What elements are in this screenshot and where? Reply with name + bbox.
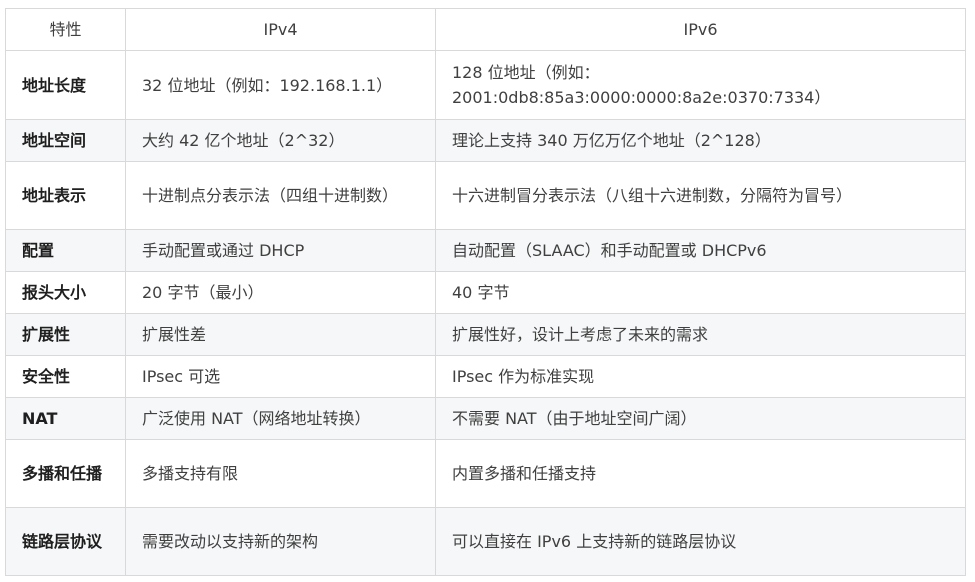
row-ipv6: 内置多播和任播支持 — [435, 439, 966, 508]
row-ipv4: 手动配置或通过 DHCP — [125, 229, 436, 272]
row-ipv6: IPsec 作为标准实现 — [435, 355, 966, 398]
row-ipv4: 十进制点分表示法（四组十进制数） — [125, 161, 436, 230]
row-feature: 链路层协议 — [5, 507, 126, 576]
row-ipv6: 不需要 NAT（由于地址空间广阔） — [435, 397, 966, 440]
row-ipv4: 大约 42 亿个地址（2^32） — [125, 119, 436, 162]
table-row: 配置 手动配置或通过 DHCP 自动配置（SLAAC）和手动配置或 DHCPv6 — [5, 229, 966, 272]
table-row: 多播和任播 多播支持有限 内置多播和任播支持 — [5, 439, 966, 508]
row-ipv6: 128 位地址（例如：2001:0db8:85a3:0000:0000:8a2e… — [435, 50, 966, 120]
row-ipv4: 广泛使用 NAT（网络地址转换） — [125, 397, 436, 440]
table-row: 地址表示 十进制点分表示法（四组十进制数） 十六进制冒分表示法（八组十六进制数，… — [5, 161, 966, 230]
header-ipv6: IPv6 — [435, 8, 966, 51]
table-row: 地址长度 32 位地址（例如：192.168.1.1） 128 位地址（例如：2… — [5, 50, 966, 120]
comparison-table-container: 特性 IPv4 IPv6 地址长度 32 位地址（例如：192.168.1.1）… — [5, 8, 966, 576]
row-feature: 地址长度 — [5, 50, 126, 120]
table-row: 报头大小 20 字节（最小） 40 字节 — [5, 271, 966, 314]
row-ipv6: 扩展性好，设计上考虑了未来的需求 — [435, 313, 966, 356]
row-feature: 地址空间 — [5, 119, 126, 162]
row-ipv6: 可以直接在 IPv6 上支持新的链路层协议 — [435, 507, 966, 576]
table-row: 地址空间 大约 42 亿个地址（2^32） 理论上支持 340 万亿万亿个地址（… — [5, 119, 966, 162]
table-header-row: 特性 IPv4 IPv6 — [5, 8, 966, 51]
row-feature: 配置 — [5, 229, 126, 272]
header-feature: 特性 — [5, 8, 126, 51]
row-feature: 报头大小 — [5, 271, 126, 314]
table-row: 安全性 IPsec 可选 IPsec 作为标准实现 — [5, 355, 966, 398]
row-ipv6: 40 字节 — [435, 271, 966, 314]
table-row: 链路层协议 需要改动以支持新的架构 可以直接在 IPv6 上支持新的链路层协议 — [5, 507, 966, 576]
table-row: NAT 广泛使用 NAT（网络地址转换） 不需要 NAT（由于地址空间广阔） — [5, 397, 966, 440]
row-ipv6: 自动配置（SLAAC）和手动配置或 DHCPv6 — [435, 229, 966, 272]
row-feature: 扩展性 — [5, 313, 126, 356]
row-ipv6: 十六进制冒分表示法（八组十六进制数，分隔符为冒号） — [435, 161, 966, 230]
row-ipv4: 需要改动以支持新的架构 — [125, 507, 436, 576]
row-feature: 地址表示 — [5, 161, 126, 230]
row-feature: 多播和任播 — [5, 439, 126, 508]
row-ipv4: IPsec 可选 — [125, 355, 436, 398]
header-ipv4: IPv4 — [125, 8, 436, 51]
row-ipv4: 32 位地址（例如：192.168.1.1） — [125, 50, 436, 120]
table-row: 扩展性 扩展性差 扩展性好，设计上考虑了未来的需求 — [5, 313, 966, 356]
row-ipv4: 多播支持有限 — [125, 439, 436, 508]
row-feature: NAT — [5, 397, 126, 440]
row-feature: 安全性 — [5, 355, 126, 398]
ipv4-ipv6-comparison-table: 特性 IPv4 IPv6 地址长度 32 位地址（例如：192.168.1.1）… — [5, 8, 966, 576]
row-ipv6: 理论上支持 340 万亿万亿个地址（2^128） — [435, 119, 966, 162]
row-ipv4: 扩展性差 — [125, 313, 436, 356]
row-ipv4: 20 字节（最小） — [125, 271, 436, 314]
